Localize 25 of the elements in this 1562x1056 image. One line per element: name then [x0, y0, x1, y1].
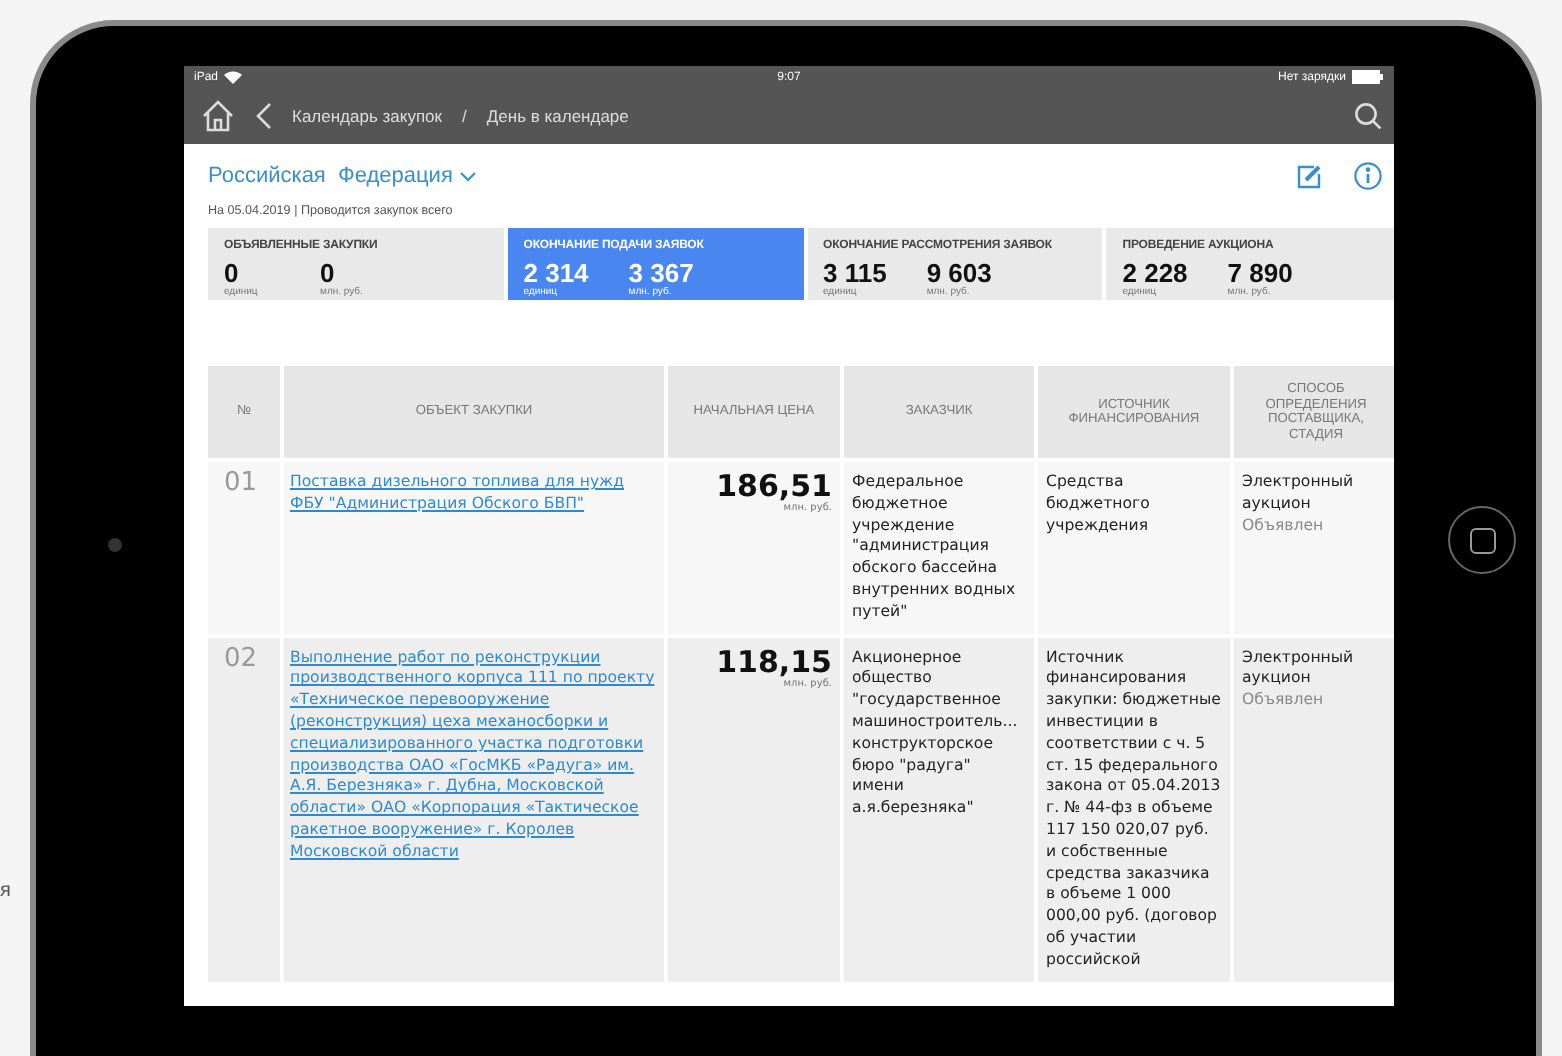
stat-count: 3 115: [823, 260, 887, 286]
search-icon[interactable]: [1354, 102, 1382, 130]
breadcrumb-separator: /: [462, 106, 467, 126]
price-value: 118,15: [714, 647, 832, 678]
row-number: 02: [208, 637, 280, 982]
stat-amount: 0: [320, 260, 337, 286]
breadcrumb[interactable]: День в календаре: [486, 106, 629, 126]
stat-count: 2 228: [1122, 260, 1188, 286]
home-icon[interactable]: [200, 98, 236, 134]
edit-icon[interactable]: [1296, 163, 1322, 189]
stat-amount: 3 367: [628, 260, 694, 286]
wifi-icon: [224, 70, 243, 84]
price-value: 186,51: [714, 472, 832, 502]
back-icon[interactable]: [256, 102, 272, 130]
stat-count: 0: [224, 260, 241, 286]
stat-count: 2 314: [523, 260, 589, 286]
stat-amount: 9 603: [926, 260, 992, 286]
camera-dot: [108, 538, 122, 552]
chevron-down-icon: [460, 171, 477, 181]
info-icon[interactable]: [1354, 162, 1382, 190]
battery-icon: [1352, 70, 1384, 84]
background-text: я: [0, 880, 11, 902]
stat-amount: 7 890: [1227, 260, 1293, 286]
row-number: 01: [208, 462, 280, 634]
breadcrumb[interactable]: Календарь закупок: [292, 106, 443, 126]
